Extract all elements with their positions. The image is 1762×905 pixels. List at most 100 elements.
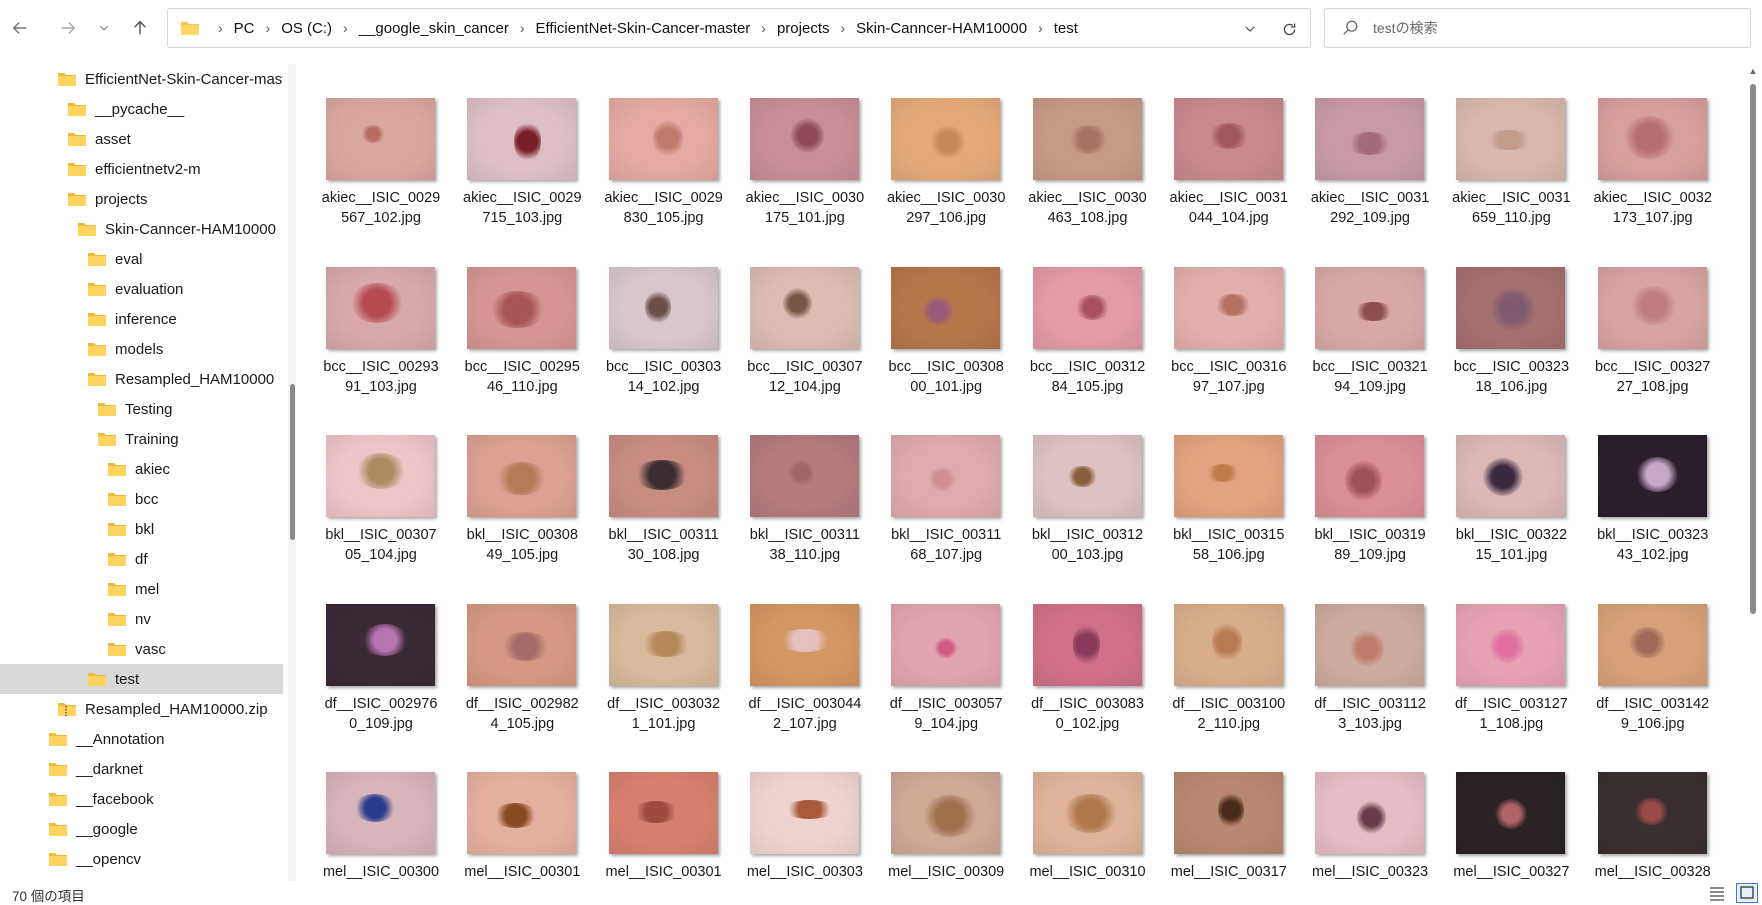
sidebar-item-df[interactable]: df bbox=[0, 544, 283, 574]
sidebar-item-facebook[interactable]: __facebook bbox=[0, 784, 283, 814]
sidebar-item-vasc[interactable]: vasc bbox=[0, 634, 283, 664]
file-item[interactable]: mel__ISIC_00327 bbox=[1428, 730, 1569, 881]
breadcrumb-item[interactable]: PC bbox=[233, 20, 256, 37]
breadcrumb-separator[interactable]: › bbox=[333, 20, 358, 36]
file-item[interactable]: df__ISIC_003127 1_108.jpg bbox=[1428, 562, 1568, 732]
sidebar-item-efficientnet-skin-cancer-mast[interactable]: EfficientNet-Skin-Cancer-mast bbox=[0, 64, 283, 94]
file-item[interactable]: bcc__ISIC_00307 12_104.jpg bbox=[722, 225, 863, 395]
sidebar-item-resampled-ham10000-zip[interactable]: Resampled_HAM10000.zip bbox=[0, 694, 283, 724]
file-item[interactable]: mel__ISIC_00309 bbox=[863, 730, 1004, 881]
file-item[interactable]: bkl__ISIC_00311 68_107.jpg bbox=[863, 393, 1001, 563]
file-item[interactable]: akiec__ISIC_0029 830_105.jpg bbox=[581, 64, 723, 226]
file-item[interactable]: akiec__ISIC_0029 567_102.jpg bbox=[306, 64, 440, 226]
file-item[interactable]: df__ISIC_003057 9_104.jpg bbox=[863, 562, 1003, 732]
file-item[interactable]: bkl__ISIC_00311 30_108.jpg bbox=[581, 393, 719, 563]
file-item[interactable]: df__ISIC_003032 1_101.jpg bbox=[581, 562, 720, 732]
sidebar-item-test[interactable]: test bbox=[0, 664, 283, 694]
sidebar-item-opencv[interactable]: __opencv bbox=[0, 844, 283, 874]
breadcrumb-item[interactable]: EfficientNet-Skin-Cancer-master bbox=[535, 20, 752, 37]
up-button[interactable] bbox=[122, 10, 158, 46]
refresh-button[interactable] bbox=[1278, 18, 1300, 40]
breadcrumb-item[interactable]: __google_skin_cancer bbox=[358, 20, 510, 37]
file-item[interactable]: df__ISIC_003083 0_102.jpg bbox=[1005, 562, 1144, 732]
file-item[interactable]: mel__ISIC_00328 bbox=[1570, 730, 1711, 881]
file-item[interactable]: bkl__ISIC_00308 49_105.jpg bbox=[439, 393, 578, 563]
file-item[interactable]: akiec__ISIC_0031 659_110.jpg bbox=[1428, 64, 1571, 226]
file-item[interactable]: bkl__ISIC_00307 05_104.jpg bbox=[306, 393, 437, 563]
sidebar-item-asset[interactable]: asset bbox=[0, 124, 283, 154]
sidebar-item-bkl[interactable]: bkl bbox=[0, 514, 283, 544]
file-item[interactable]: bkl__ISIC_00312 00_103.jpg bbox=[1005, 393, 1143, 563]
sidebar-item-darknet[interactable]: __darknet bbox=[0, 754, 283, 784]
file-item[interactable]: mel__ISIC_00300 bbox=[306, 730, 439, 881]
file-item[interactable]: akiec__ISIC_0030 175_101.jpg bbox=[722, 64, 864, 226]
large-icons-view-button[interactable] bbox=[1736, 883, 1758, 903]
recent-locations-button[interactable] bbox=[86, 10, 122, 46]
sidebar-item-projects[interactable]: projects bbox=[0, 184, 283, 214]
sidebar-item-bcc[interactable]: bcc bbox=[0, 484, 283, 514]
file-item[interactable]: bcc__ISIC_00327 27_108.jpg bbox=[1570, 225, 1710, 395]
breadcrumb-separator[interactable]: › bbox=[751, 20, 776, 36]
sidebar-item-mel[interactable]: mel bbox=[0, 574, 283, 604]
breadcrumb-separator[interactable]: › bbox=[510, 20, 535, 36]
sidebar-item-skin-canncer-ham10000[interactable]: Skin-Canncer-HAM10000 bbox=[0, 214, 283, 244]
sidebar-item-training[interactable]: Training bbox=[0, 424, 283, 454]
forward-button[interactable] bbox=[50, 10, 86, 46]
file-item[interactable]: bcc__ISIC_00316 97_107.jpg bbox=[1146, 225, 1286, 395]
sidebar-item-pycache[interactable]: __pycache__ bbox=[0, 94, 283, 124]
sidebar-item-models[interactable]: models bbox=[0, 334, 283, 364]
breadcrumb-separator[interactable]: › bbox=[831, 20, 856, 36]
file-item[interactable]: bkl__ISIC_00315 58_106.jpg bbox=[1146, 393, 1284, 563]
file-item[interactable]: akiec__ISIC_0032 173_107.jpg bbox=[1570, 64, 1712, 226]
file-item[interactable]: bcc__ISIC_00323 18_106.jpg bbox=[1428, 225, 1569, 395]
file-item[interactable]: df__ISIC_003142 9_106.jpg bbox=[1570, 562, 1709, 732]
file-item[interactable]: df__ISIC_002976 0_109.jpg bbox=[306, 562, 437, 732]
file-item[interactable]: mel__ISIC_00303 bbox=[722, 730, 863, 881]
back-button[interactable] bbox=[2, 10, 38, 46]
file-item[interactable]: akiec__ISIC_0029 715_103.jpg bbox=[439, 64, 582, 226]
breadcrumb-item[interactable]: Skin-Canncer-HAM10000 bbox=[855, 20, 1028, 37]
breadcrumb-separator[interactable]: › bbox=[256, 20, 281, 36]
file-item[interactable]: mel__ISIC_00317 bbox=[1146, 730, 1287, 881]
address-history-button[interactable] bbox=[1240, 19, 1260, 39]
file-item[interactable]: akiec__ISIC_0030 297_106.jpg bbox=[863, 64, 1005, 226]
sidebar-item-testing[interactable]: Testing bbox=[0, 394, 283, 424]
file-item[interactable]: mel__ISIC_00323 bbox=[1287, 730, 1428, 881]
file-item[interactable]: mel__ISIC_00301 bbox=[439, 730, 580, 881]
file-item[interactable]: bcc__ISIC_00308 00_101.jpg bbox=[863, 225, 1004, 395]
sidebar-item-resampled-ham10000[interactable]: Resampled_HAM10000 bbox=[0, 364, 283, 394]
file-item[interactable]: df__ISIC_003100 2_110.jpg bbox=[1146, 562, 1285, 732]
file-item[interactable]: bcc__ISIC_00295 46_110.jpg bbox=[439, 225, 580, 395]
sidebar-item-akiec[interactable]: akiec bbox=[0, 454, 283, 484]
file-item[interactable]: bkl__ISIC_00311 38_110.jpg bbox=[722, 393, 860, 563]
sidebar-item-inference[interactable]: inference bbox=[0, 304, 283, 334]
sidebar-item-efficientnetv2-m[interactable]: efficientnetv2-m bbox=[0, 154, 283, 184]
file-item[interactable]: akiec__ISIC_0031 044_104.jpg bbox=[1146, 64, 1288, 226]
file-item[interactable]: bcc__ISIC_00312 84_105.jpg bbox=[1005, 225, 1145, 395]
file-item[interactable]: df__ISIC_003044 2_107.jpg bbox=[722, 562, 861, 732]
breadcrumb-item[interactable]: projects bbox=[776, 20, 831, 37]
content-scrollbar-thumb[interactable] bbox=[1750, 84, 1756, 614]
breadcrumb-item[interactable]: OS (C:) bbox=[280, 20, 333, 37]
sidebar-item-evaluation[interactable]: evaluation bbox=[0, 274, 283, 304]
file-item[interactable]: bcc__ISIC_00303 14_102.jpg bbox=[581, 225, 721, 395]
file-item[interactable]: mel__ISIC_00301 bbox=[581, 730, 722, 881]
breadcrumb-separator[interactable]: › bbox=[1028, 20, 1053, 36]
file-item[interactable]: bcc__ISIC_00321 94_109.jpg bbox=[1287, 225, 1428, 395]
file-item[interactable]: bkl__ISIC_00322 15_101.jpg bbox=[1428, 393, 1567, 563]
file-item[interactable]: df__ISIC_002982 4_105.jpg bbox=[439, 562, 579, 732]
sidebar-scrollbar-thumb[interactable] bbox=[290, 384, 295, 540]
file-item[interactable]: bkl__ISIC_00323 43_102.jpg bbox=[1570, 393, 1708, 563]
scroll-up-arrow-icon[interactable]: ▲ bbox=[1748, 66, 1758, 76]
file-item[interactable]: bcc__ISIC_00293 91_103.jpg bbox=[306, 225, 439, 395]
breadcrumb-item-current[interactable]: test bbox=[1053, 20, 1079, 37]
details-view-icon[interactable] bbox=[1708, 884, 1726, 902]
file-item[interactable]: mel__ISIC_00310 bbox=[1005, 730, 1146, 881]
file-item[interactable]: df__ISIC_003112 3_103.jpg bbox=[1287, 562, 1426, 732]
search-input[interactable]: testの検索 bbox=[1324, 8, 1751, 48]
address-bar[interactable]: › PC › OS (C:) › __google_skin_cancer › … bbox=[167, 8, 1311, 48]
sidebar-item-nv[interactable]: nv bbox=[0, 604, 283, 634]
file-item[interactable]: akiec__ISIC_0031 292_109.jpg bbox=[1287, 64, 1429, 226]
sidebar-item-eval[interactable]: eval bbox=[0, 244, 283, 274]
sidebar-item-google[interactable]: __google bbox=[0, 814, 283, 844]
